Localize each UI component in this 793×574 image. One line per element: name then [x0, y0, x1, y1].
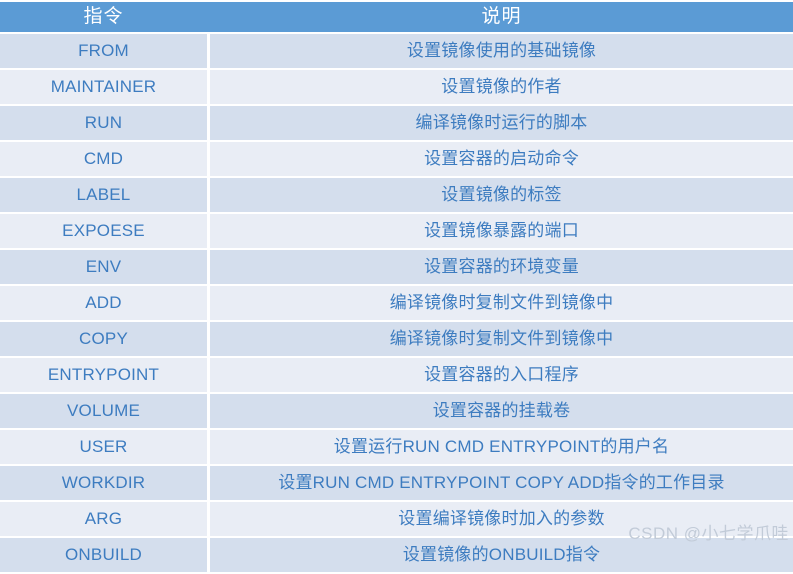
table-row: FROM 设置镜像使用的基础镜像 [0, 34, 793, 68]
table-row: RUN 编译镜像时运行的脚本 [0, 106, 793, 140]
cell-description: 设置RUN CMD ENTRYPOINT COPY ADD指令的工作目录 [210, 466, 793, 500]
cell-description: 设置镜像的作者 [210, 70, 793, 104]
column-header-command: 指令 [0, 2, 207, 32]
cell-command: CMD [0, 142, 207, 176]
cell-command: MAINTAINER [0, 70, 207, 104]
table-row: CMD 设置容器的启动命令 [0, 142, 793, 176]
instruction-table: 指令 说明 FROM 设置镜像使用的基础镜像 MAINTAINER 设置镜像的作者 RU… [0, 0, 793, 574]
table-row: EXPOESE 设置镜像暴露的端口 [0, 214, 793, 248]
cell-description: 设置镜像的标签 [210, 178, 793, 212]
cell-command: VOLUME [0, 394, 207, 428]
cell-description: 编译镜像时复制文件到镜像中 [210, 286, 793, 320]
cell-command: ONBUILD [0, 538, 207, 572]
cell-description: 编译镜像时运行的脚本 [210, 106, 793, 140]
cell-command: FROM [0, 34, 207, 68]
cell-command: ENV [0, 250, 207, 284]
table-row: COPY 编译镜像时复制文件到镜像中 [0, 322, 793, 356]
cell-description: 设置镜像暴露的端口 [210, 214, 793, 248]
table-row: ARG 设置编译镜像时加入的参数 [0, 502, 793, 536]
table-row: ENTRYPOINT 设置容器的入口程序 [0, 358, 793, 392]
column-header-description: 说明 [210, 2, 793, 32]
table-header: 指令 说明 [0, 2, 793, 32]
cell-description: 设置容器的环境变量 [210, 250, 793, 284]
table-row: ONBUILD 设置镜像的ONBUILD指令 [0, 538, 793, 572]
table-row: ADD 编译镜像时复制文件到镜像中 [0, 286, 793, 320]
cell-command: RUN [0, 106, 207, 140]
dockerfile-instructions-table: 指令 说明 FROM 设置镜像使用的基础镜像 MAINTAINER 设置镜像的作者 RU… [0, 0, 793, 572]
table-row: WORKDIR 设置RUN CMD ENTRYPOINT COPY ADD指令的工… [0, 466, 793, 500]
cell-command: COPY [0, 322, 207, 356]
table-row: LABEL 设置镜像的标签 [0, 178, 793, 212]
cell-description: 设置运行RUN CMD ENTRYPOINT的用户名 [210, 430, 793, 464]
cell-command: EXPOESE [0, 214, 207, 248]
cell-command: USER [0, 430, 207, 464]
table-row: ENV 设置容器的环境变量 [0, 250, 793, 284]
cell-command: WORKDIR [0, 466, 207, 500]
table-header-row: 指令 说明 [0, 2, 793, 32]
cell-command: ADD [0, 286, 207, 320]
cell-description: 设置容器的启动命令 [210, 142, 793, 176]
cell-description: 设置镜像使用的基础镜像 [210, 34, 793, 68]
cell-description: 设置编译镜像时加入的参数 [210, 502, 793, 536]
table-row: USER 设置运行RUN CMD ENTRYPOINT的用户名 [0, 430, 793, 464]
cell-description: 编译镜像时复制文件到镜像中 [210, 322, 793, 356]
cell-command: ENTRYPOINT [0, 358, 207, 392]
table-row: VOLUME 设置容器的挂载卷 [0, 394, 793, 428]
cell-command: LABEL [0, 178, 207, 212]
table-row: MAINTAINER 设置镜像的作者 [0, 70, 793, 104]
cell-description: 设置镜像的ONBUILD指令 [210, 538, 793, 572]
table-body: FROM 设置镜像使用的基础镜像 MAINTAINER 设置镜像的作者 RUN 编译镜像时… [0, 34, 793, 572]
cell-description: 设置容器的挂载卷 [210, 394, 793, 428]
cell-command: ARG [0, 502, 207, 536]
cell-description: 设置容器的入口程序 [210, 358, 793, 392]
